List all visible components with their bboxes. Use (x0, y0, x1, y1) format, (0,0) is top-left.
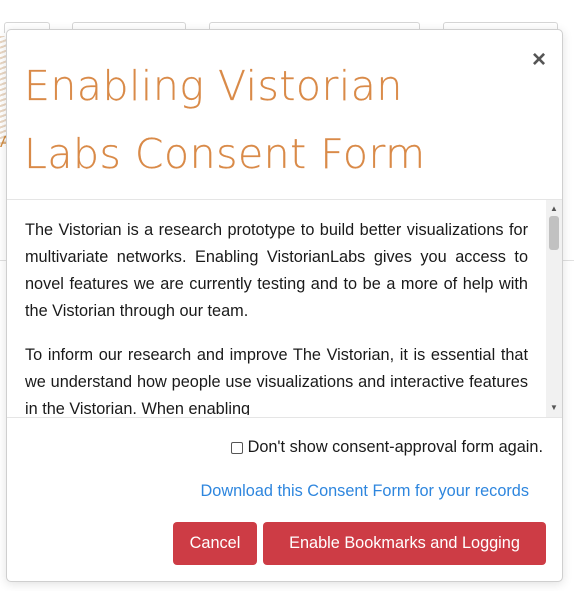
cancel-button[interactable]: Cancel (173, 522, 257, 565)
modal-header: Enabling Vistorian Labs Consent Form × (7, 30, 562, 200)
modal-title: Enabling Vistorian Labs Consent Form (24, 62, 426, 178)
modal-body: The Vistorian is a research prototype to… (7, 200, 562, 418)
consent-text-scroll-area[interactable]: The Vistorian is a research prototype to… (25, 217, 528, 415)
consent-modal: Enabling Vistorian Labs Consent Form × T… (6, 29, 563, 582)
scrollbar-thumb[interactable] (549, 216, 559, 250)
scroll-down-arrow-icon[interactable]: ▼ (546, 401, 562, 415)
download-consent-form-link[interactable]: Download this Consent Form for your reco… (201, 482, 529, 501)
dont-show-again-option[interactable]: Don't show consent-approval form again. (230, 438, 543, 457)
enable-bookmarks-logging-button[interactable]: Enable Bookmarks and Logging (263, 522, 546, 565)
consent-paragraph-1: The Vistorian is a research prototype to… (25, 221, 528, 320)
dont-show-again-label: Don't show consent-approval form again. (247, 438, 543, 456)
vertical-scrollbar[interactable]: ▲ ▼ (546, 200, 562, 417)
scroll-up-arrow-icon[interactable]: ▲ (546, 202, 562, 216)
close-icon[interactable]: × (532, 48, 546, 72)
dont-show-again-checkbox[interactable] (230, 441, 243, 454)
consent-paragraph-2: To inform our research and improve The V… (25, 346, 528, 415)
